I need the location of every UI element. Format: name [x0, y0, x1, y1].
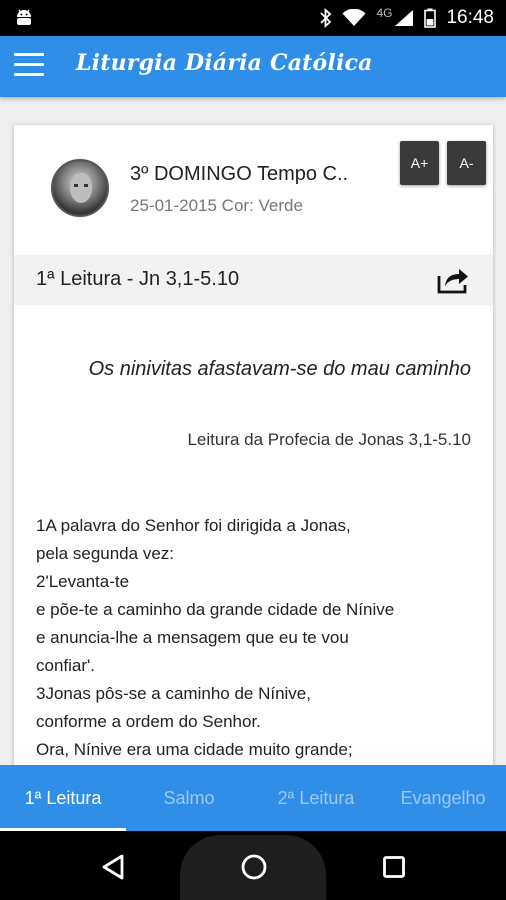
reading-tabs: 1ª Leitura Salmo 2ª Leitura Evangelho — [0, 765, 506, 831]
share-icon[interactable] — [436, 265, 470, 295]
reading-title: Os ninivitas afastavam-se do mau caminho — [88, 358, 471, 380]
reading-line: 1A palavra do Senhor foi dirigida a Jona… — [36, 516, 351, 535]
reading-line: conforme a ordem do Senhor. — [36, 712, 261, 731]
date-and-color: 25-01-2015 Cor: Verde — [130, 196, 303, 215]
home-icon[interactable] — [240, 853, 268, 881]
reading-line: pela segunda vez: — [36, 544, 174, 563]
font-increase-button[interactable]: A+ — [400, 141, 439, 185]
tab-evangelho[interactable]: Evangelho — [380, 765, 506, 831]
reading-line: 2'Levanta-te — [36, 572, 130, 591]
back-icon[interactable] — [100, 853, 126, 881]
battery-icon — [424, 8, 437, 28]
system-nav-bar — [0, 831, 506, 900]
reading-line: Ora, Nínive era uma cidade muito grande; — [36, 740, 353, 759]
reading-label: 1ª Leitura - Jn 3,1-5.10 — [36, 268, 240, 290]
reading-header: 1ª Leitura - Jn 3,1-5.10 — [14, 255, 493, 305]
status-bar: 4G 16:48 — [0, 0, 506, 36]
tab-segunda-leitura[interactable]: 2ª Leitura — [253, 765, 379, 831]
reading-text: 1A palavra do Senhor foi dirigida a Jona… — [36, 512, 394, 764]
app-bar: Liturgia Diária Católica — [0, 36, 506, 97]
reading-source: Leitura da Profecia de Jonas 3,1-5.10 — [187, 430, 471, 449]
reading-line: 3Jonas pôs-se a caminho de Nínive, — [36, 684, 311, 703]
reading-line: e anuncia-lhe a mensagem que eu te vou — [36, 628, 349, 647]
clock: 16:48 — [446, 7, 494, 28]
signal-icon — [395, 10, 414, 26]
font-decrease-button[interactable]: A- — [447, 141, 486, 185]
bluetooth-icon — [320, 8, 332, 28]
recents-icon[interactable] — [382, 855, 406, 879]
saint-avatar — [51, 159, 109, 217]
tab-primeira-leitura[interactable]: 1ª Leitura — [0, 765, 126, 831]
liturgical-day-title: 3º DOMINGO Tempo C.. — [130, 163, 349, 185]
reading-card: 3º DOMINGO Tempo C.. 25-01-2015 Cor: Ver… — [14, 125, 493, 775]
tab-salmo[interactable]: Salmo — [126, 765, 252, 831]
network-type: 4G — [376, 6, 393, 20]
app-title: Liturgia Diária Católica — [76, 50, 373, 76]
reading-line: e põe-te a caminho da grande cidade de N… — [36, 600, 395, 619]
menu-icon[interactable] — [14, 53, 44, 79]
android-icon — [17, 9, 31, 25]
reading-line: confiar'. — [36, 656, 95, 675]
wifi-icon — [342, 9, 366, 26]
